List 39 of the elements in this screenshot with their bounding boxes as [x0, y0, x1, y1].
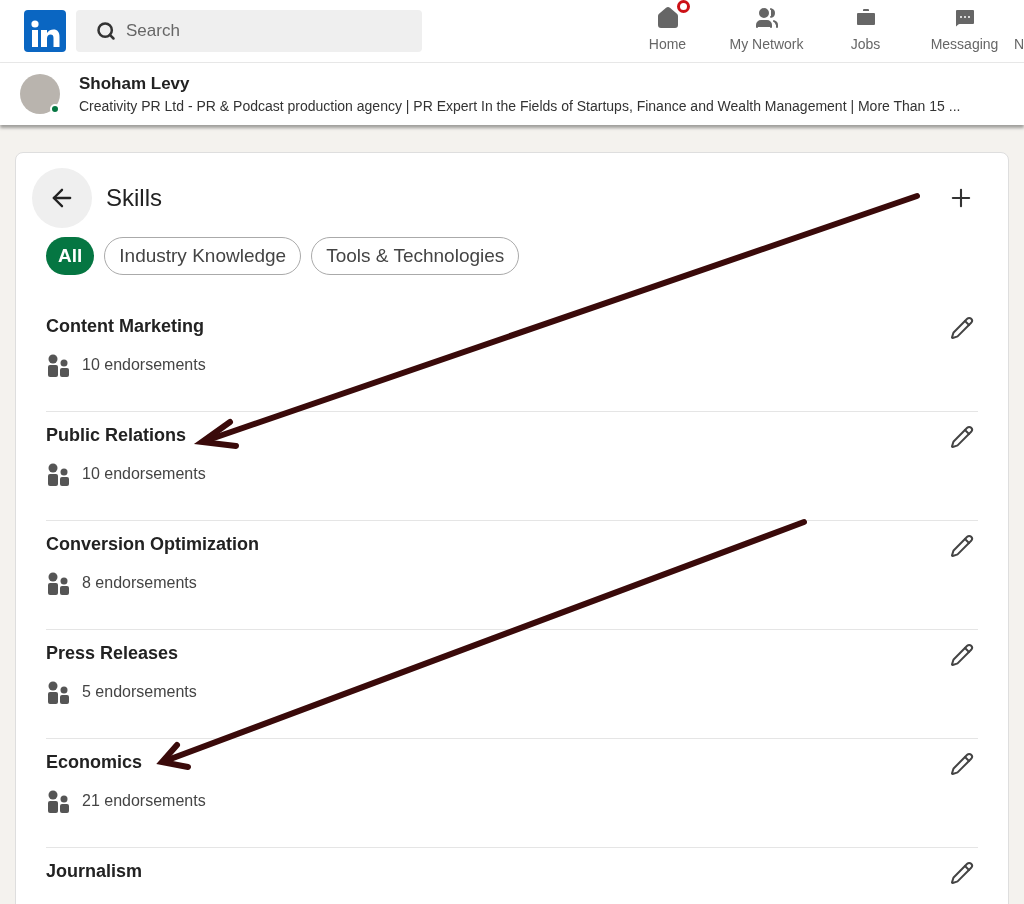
search-icon [96, 21, 116, 41]
logo-icon[interactable] [24, 10, 66, 52]
endorsement-count: 5 endorsements [82, 682, 197, 702]
people-icon [46, 571, 70, 595]
filter-pill[interactable]: Tools & Technologies [311, 237, 520, 275]
people-icon [46, 353, 70, 377]
skills-title: Skills [106, 183, 162, 213]
people-icon [46, 789, 70, 813]
edit-icon [950, 425, 974, 449]
filter-pill[interactable]: All [46, 237, 95, 275]
filter-pill[interactable]: Industry Knowledge [104, 237, 302, 275]
endorsement-count: 8 endorsements [82, 573, 197, 593]
people-icon [46, 680, 70, 704]
people-icon [46, 462, 70, 486]
skill-name[interactable]: Conversion Optimization [46, 532, 946, 556]
endorsement-count: 10 endorsements [82, 464, 206, 484]
skill-name[interactable]: Press Releases [46, 641, 946, 665]
search-field[interactable]: Search [76, 10, 422, 52]
people-icon [754, 6, 779, 30]
nav-tab[interactable]: My Network [717, 0, 816, 62]
profile-name: Shoham Levy [79, 73, 191, 95]
edit-icon [950, 861, 974, 885]
skill-name[interactable]: Economics [46, 750, 946, 774]
skill-name[interactable]: Content Marketing [46, 314, 946, 338]
edit-icon [950, 316, 974, 340]
edit-icon [950, 643, 974, 667]
endorsement-count: 21 endorsements [82, 791, 206, 811]
skill-name[interactable]: Journalism [46, 859, 946, 883]
house-icon [655, 6, 680, 30]
nav-tab[interactable]: Home [618, 0, 717, 62]
nav-tab[interactable]: Jobs [816, 0, 915, 62]
nav-tab[interactable]: Messaging [915, 0, 1014, 62]
profile-headline: Creativity PR Ltd - PR & Podcast production agency | PR Expert In the Fields of Startups, Finance and Wealth Management | More Than 15 ... [79, 97, 961, 116]
endorsement-count: 10 endorsements [82, 355, 206, 375]
skill-name[interactable]: Public Relations [46, 423, 946, 447]
nav-tab[interactable]: N [1014, 0, 1024, 62]
edit-icon [950, 752, 974, 776]
edit-icon [950, 534, 974, 558]
avatar [20, 74, 60, 114]
